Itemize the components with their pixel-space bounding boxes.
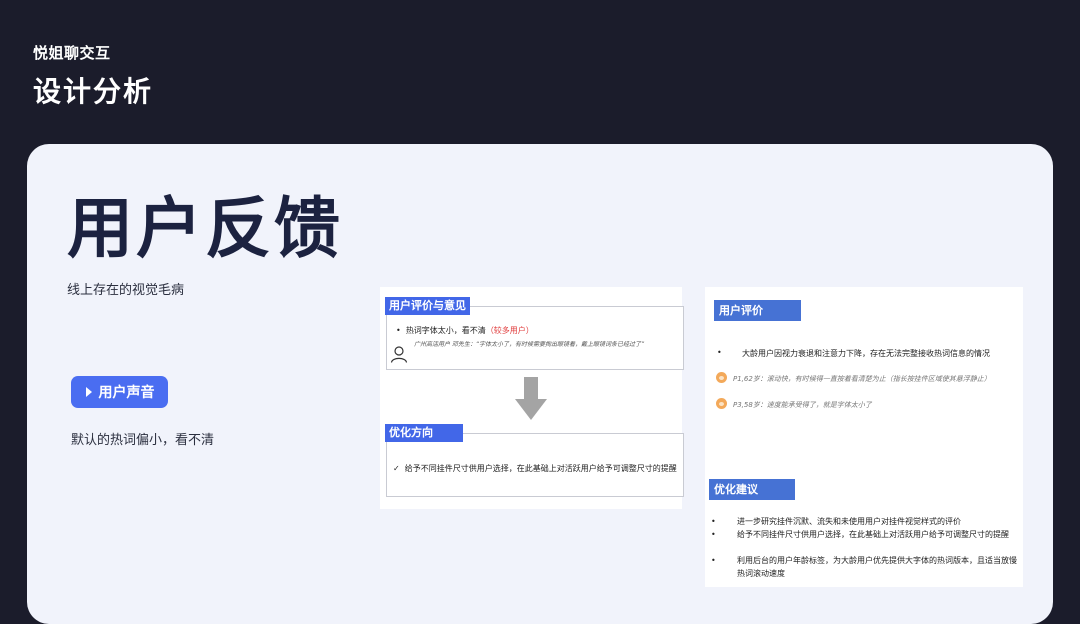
header-brand: 悦姐聊交互 — [33, 44, 111, 62]
user-voice-button[interactable]: 用户声音 — [71, 376, 168, 408]
evaluation-panel-right: 用户评价 • 大龄用户因视力衰退和注意力下降，存在无法完整接收热词信息的情况 P… — [705, 287, 1023, 587]
check-mark: ✓ — [393, 464, 400, 473]
evaluation-summary: 大龄用户因视力衰退和注意力下降，存在无法完整接收热词信息的情况 — [742, 349, 990, 358]
page-title: 用户反馈 — [67, 190, 343, 267]
optimize-item: ✓ 给予不同挂件尺寸供用户选择，在此基础上对活跃用户给予可调整尺寸的提醒 — [393, 463, 677, 474]
user-evaluation-tag: 用户评价 — [714, 300, 801, 321]
user-voice-label: 用户声音 — [98, 385, 155, 401]
header-title: 设计分析 — [33, 75, 154, 108]
suggestion-item: 利用后台的用户年龄标签，为大龄用户优先提供大字体的热词版本，且适当放慢热词滚动速… — [737, 556, 1017, 578]
bullet-main: • 热词字体太小，看不清（较多用户） — [396, 325, 534, 336]
play-triangle-icon — [85, 387, 92, 397]
optimize-tag: 优化方向 — [385, 424, 463, 442]
voice-description: 默认的热词偏小，看不清 — [71, 433, 215, 448]
user-quote: 广州高活用户 邓先生：“字体太小了，有时候需要掏出眼镜看，戴上眼镜词条已经过了” — [414, 341, 645, 348]
evaluation-tag: 用户评价与意见 — [385, 297, 470, 315]
suggestion-item: 进一步研究挂件沉默、流失和未使用用户对挂件视觉样式的评价 — [737, 517, 961, 526]
main-card: 用户反馈 线上存在的视觉毛病 用户声音 默认的热词偏小，看不清 用户评价与意见 … — [27, 144, 1053, 624]
bullet-dot: • — [711, 517, 716, 526]
down-arrow-icon — [515, 377, 547, 420]
suggestion-item: 给予不同挂件尺寸供用户选择，在此基础上对活跃用户给予可调整尺寸的提醒 — [737, 530, 1009, 539]
evaluation-panel-left: 用户评价与意见 • 热词字体太小，看不清（较多用户） 广州高活用户 邓先生：“字… — [380, 287, 684, 509]
bullet-dot: • — [711, 556, 716, 565]
optimize-text: 给予不同挂件尺寸供用户选择，在此基础上对活跃用户给予可调整尺寸的提醒 — [404, 464, 677, 473]
evaluation-box — [386, 306, 684, 370]
bullet-dot: • — [717, 348, 722, 357]
page-subtitle: 线上存在的视觉毛病 — [67, 283, 185, 298]
bullet-dot: • — [396, 326, 406, 335]
suggestion-tag: 优化建议 — [709, 479, 795, 500]
avatar-icon — [716, 372, 727, 383]
feedback-p1: P1,62岁：滚动快，有时候得一直按着看清楚为止（指长按挂件区域使其悬浮静止） — [733, 375, 991, 383]
user-outline-icon — [390, 346, 408, 363]
bullet-note: （较多用户） — [485, 326, 534, 335]
bullet-main-text: 热词字体太小，看不清 — [405, 326, 486, 335]
feedback-p3: P3,58岁：速度能承受得了，就是字体太小了 — [733, 401, 872, 409]
bullet-dot: • — [711, 530, 716, 539]
avatar-icon — [716, 398, 727, 409]
